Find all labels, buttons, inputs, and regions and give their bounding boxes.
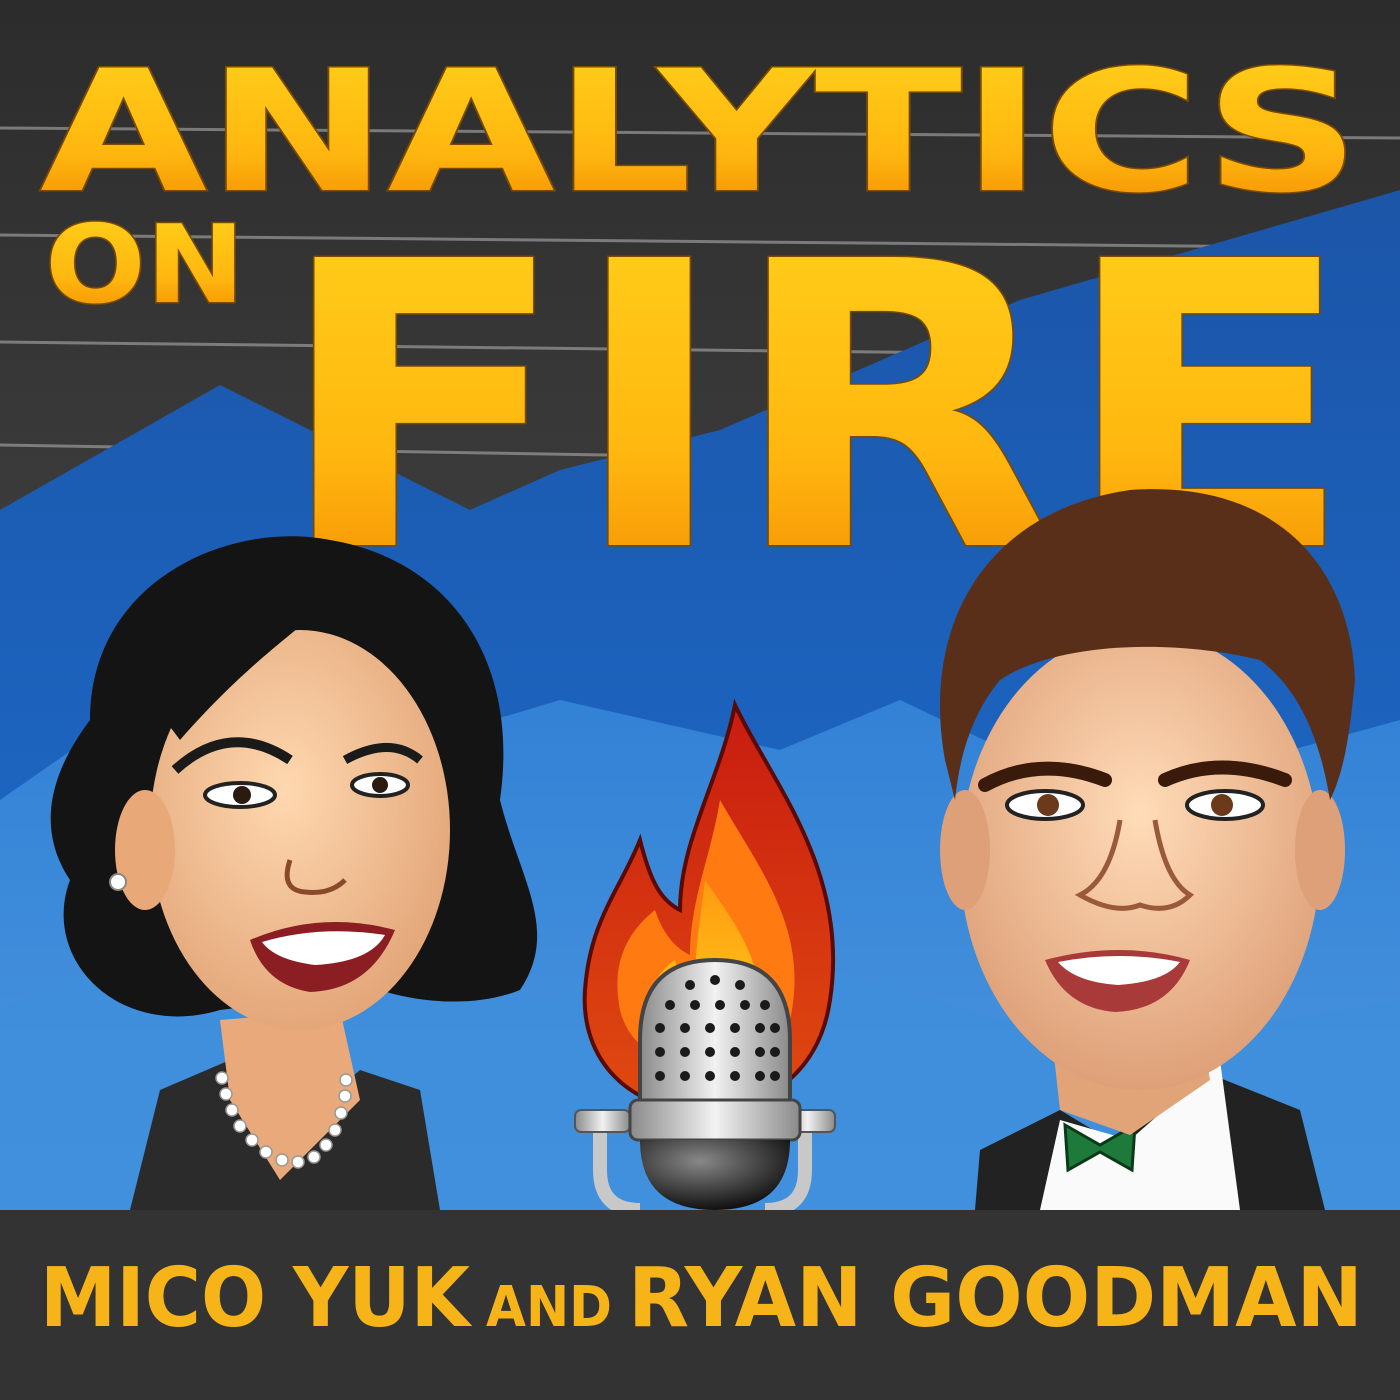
woman-earring <box>109 873 127 891</box>
man-pupil-right <box>1211 794 1233 816</box>
man-face <box>960 630 1320 1090</box>
woman-pupil-right <box>372 777 388 793</box>
hosts-line: MICO YUK AND RYAN GOODMAN <box>40 1251 1363 1346</box>
title-on: ON <box>45 203 245 328</box>
podcast-cover-art: ANALYTICS ON FIRE MICO YUK AND RYAN GOOD… <box>0 0 1400 1400</box>
woman-ear <box>115 790 175 910</box>
man-pupil-left <box>1037 794 1059 816</box>
host-2-name: RYAN GOODMAN <box>628 1251 1363 1346</box>
hosts-conjunction: AND <box>486 1275 612 1340</box>
mic-clamp-left <box>574 1109 631 1133</box>
man-ear-right <box>1295 790 1345 910</box>
host-1-name: MICO YUK <box>40 1251 473 1346</box>
mic-band <box>628 1098 802 1142</box>
woman-pupil-left <box>233 786 251 804</box>
man-ear-left <box>940 790 990 910</box>
